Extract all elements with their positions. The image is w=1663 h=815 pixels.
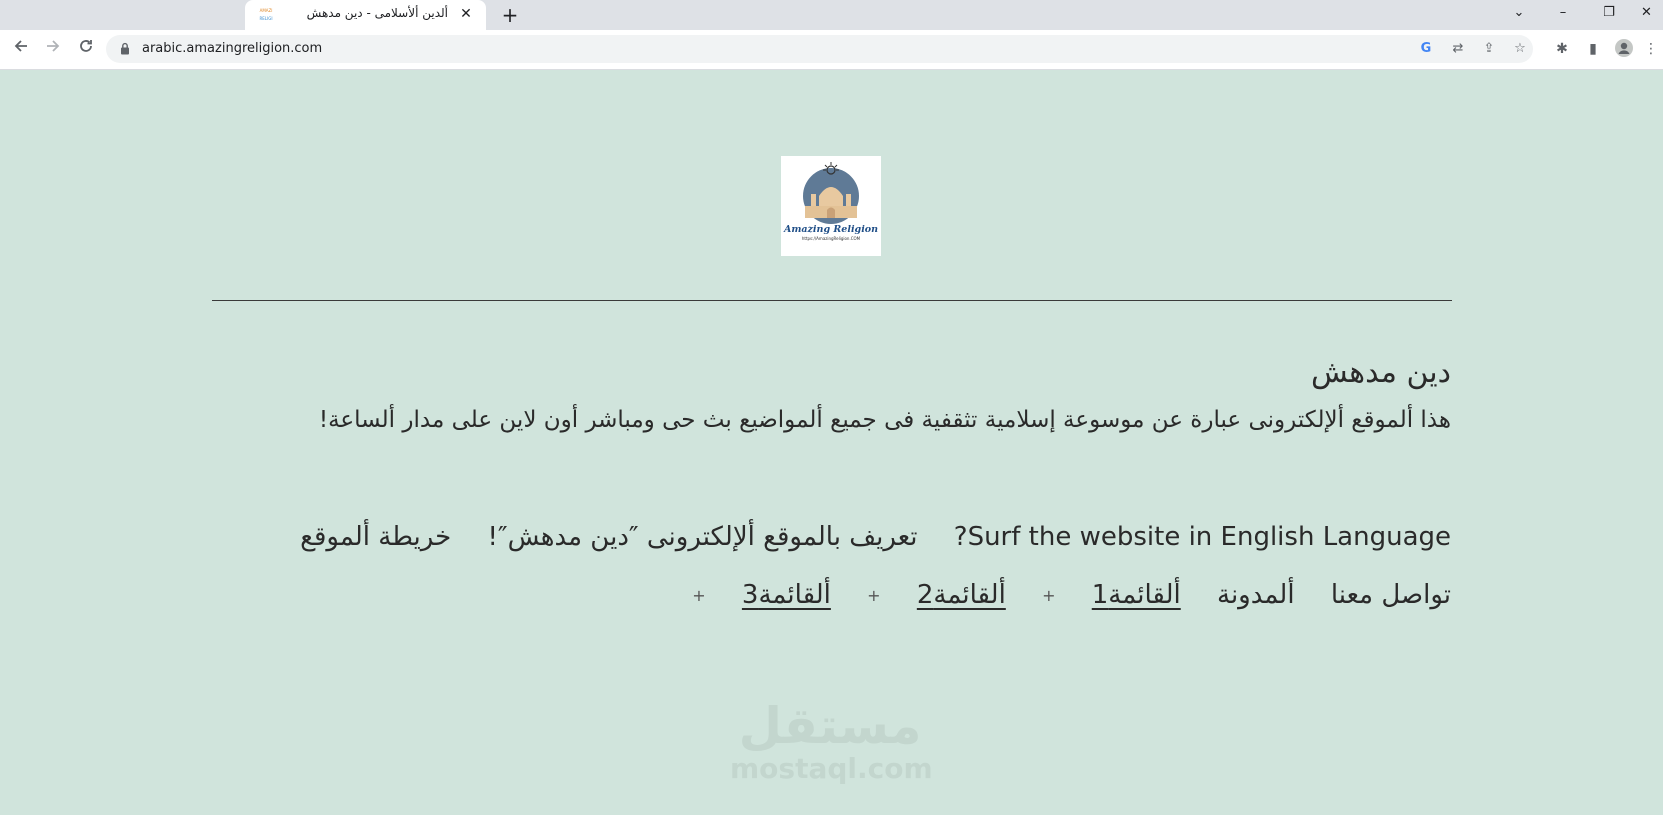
submenu-plus-icon[interactable]: + [867, 586, 880, 605]
site-description: هذا ألموقع ألإلكترونى عبارة عن موسوعة إس… [318, 407, 1451, 433]
tab-title: ألدين ألأسلامى - دين مدهش [306, 6, 448, 20]
submenu-plus-icon[interactable]: + [1042, 586, 1055, 605]
translate-icon[interactable]: ⇄ [1448, 39, 1468, 59]
reload-icon [80, 40, 92, 52]
watermark-latin: mostaql.com [730, 752, 933, 785]
url-text: arabic.amazingreligion.com [142, 41, 323, 56]
new-tab-button[interactable]: + [498, 3, 522, 27]
logo-url: https://AmazingReligion.COM [801, 236, 861, 241]
watermark-arabic: مستقل [738, 697, 922, 755]
header-divider [212, 300, 1452, 301]
menu-icon[interactable]: ⋮ [1644, 38, 1658, 60]
close-tab-icon[interactable]: ✕ [458, 6, 474, 22]
restore-button[interactable]: ❐ [1586, 0, 1632, 30]
site-title[interactable]: دين مدهش [1311, 355, 1451, 390]
arrow-right-icon [47, 40, 60, 52]
nav-link-menu3[interactable]: ألقائمة3 [742, 580, 831, 610]
nav-link-about[interactable]: تعريف بالموقع ألإلكترونى ″دين مدهش″! [487, 522, 917, 552]
side-panel-icon[interactable]: ▮ [1582, 38, 1604, 60]
site-logo[interactable]: Amazing Religion https://AmazingReligion… [781, 156, 881, 256]
nav-link-menu2[interactable]: ألقائمة2 [917, 580, 1006, 610]
browser-tab[interactable]: AMAZI RELIGI ألدين ألأسلامى - دين مدهش ✕ [245, 0, 486, 30]
mosque-logo-icon [803, 162, 859, 224]
minimize-button[interactable]: – [1540, 0, 1586, 30]
back-button[interactable] [9, 37, 33, 61]
close-window-button[interactable]: ✕ [1630, 0, 1663, 30]
nav-row-secondary: تواصل معنا ألمدونة ألقائمة1 + ألقائمة2 +… [191, 580, 1451, 610]
reload-button[interactable] [74, 37, 98, 61]
submenu-plus-icon[interactable]: + [692, 586, 705, 605]
tab-strip: AMAZI RELIGI ألدين ألأسلامى - دين مدهش ✕… [0, 0, 1663, 30]
browser-toolbar: arabic.amazingreligion.com G ⇄ ⇪ ☆ ✱ ▮ ⋮ [0, 30, 1663, 70]
bookmark-star-icon[interactable]: ☆ [1510, 39, 1530, 59]
share-icon[interactable]: ⇪ [1479, 39, 1499, 59]
page-content: Amazing Religion https://AmazingReligion… [0, 70, 1663, 815]
tab-search-icon[interactable]: ⌄ [1496, 0, 1542, 30]
google-icon[interactable]: G [1416, 39, 1436, 59]
extensions-icon[interactable]: ✱ [1551, 38, 1573, 60]
nav-link-blog[interactable]: ألمدونة [1217, 580, 1295, 610]
address-bar[interactable]: arabic.amazingreligion.com G ⇄ ⇪ ☆ [106, 35, 1533, 63]
nav-link-english[interactable]: Surf the website in English Language? [954, 522, 1451, 552]
nav-row-primary: Surf the website in English Language? تع… [191, 522, 1451, 552]
forward-button[interactable] [41, 37, 65, 61]
nav-link-sitemap[interactable]: خريطة ألموقع [300, 522, 451, 552]
arrow-left-icon [14, 40, 27, 52]
lock-icon [121, 42, 129, 55]
watermark: مستقل mostaql.com [730, 697, 933, 785]
profile-avatar-icon[interactable] [1613, 38, 1635, 60]
nav-link-contact[interactable]: تواصل معنا [1331, 580, 1451, 610]
site-favicon: AMAZI RELIGI [259, 8, 273, 21]
logo-text: Amazing Religion [783, 224, 879, 235]
nav-link-menu1[interactable]: ألقائمة1 [1092, 580, 1181, 610]
